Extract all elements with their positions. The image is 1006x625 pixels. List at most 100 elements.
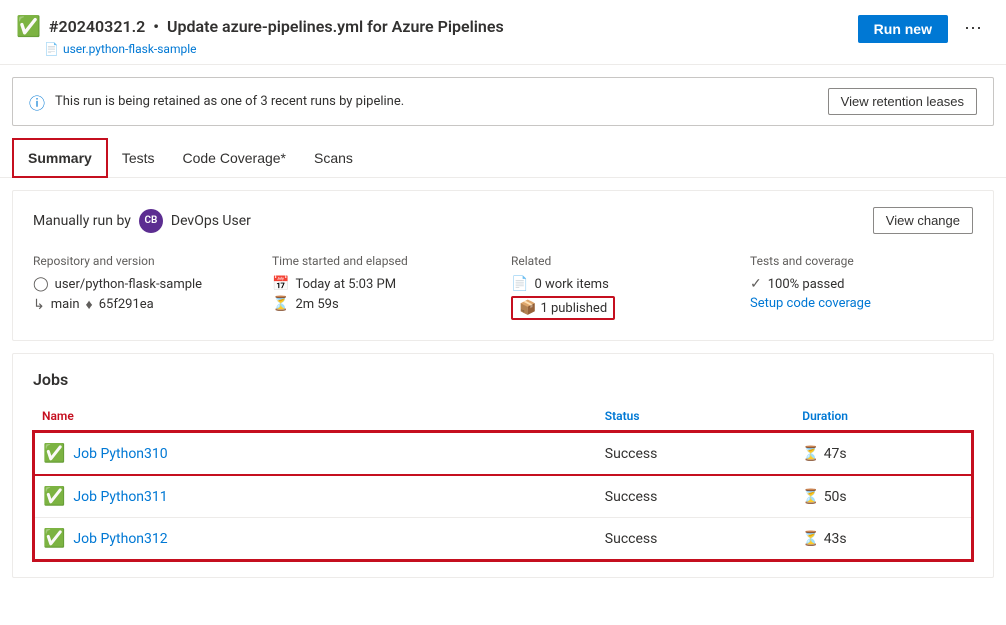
view-retention-leases-button[interactable]: View retention leases bbox=[828, 88, 977, 115]
started-value: 📅 Today at 5:03 PM bbox=[272, 276, 495, 292]
jobs-table: Name Status Duration ✅ Job Python310 bbox=[33, 405, 973, 561]
job-success-icon-2: ✅ bbox=[43, 486, 65, 507]
duration-value-2: 50s bbox=[824, 489, 847, 505]
title-separator: • bbox=[153, 17, 159, 36]
header-actions: Run new ⋯ bbox=[858, 14, 990, 43]
job-name-inner-2: ✅ Job Python311 bbox=[43, 486, 589, 507]
setup-coverage-link[interactable]: Setup code coverage bbox=[750, 296, 973, 311]
col-status-header: Status bbox=[597, 405, 794, 432]
duration-value-1: 47s bbox=[824, 446, 847, 462]
repo-name: user.python-flask-sample bbox=[63, 42, 197, 56]
banner-left: ⓘ This run is being retained as one of 3… bbox=[29, 90, 404, 114]
diamond-icon: ♦ bbox=[86, 296, 93, 313]
elapsed-value: ⏳ 2m 59s bbox=[272, 296, 495, 312]
related-section: Related 📄 0 work items 📦 1 published bbox=[511, 254, 734, 324]
more-options-button[interactable]: ⋯ bbox=[956, 14, 990, 43]
passed-value: ✓ 100% passed bbox=[750, 276, 973, 292]
job-status-3: Success bbox=[597, 518, 794, 561]
info-icon: ⓘ bbox=[29, 90, 45, 114]
jobs-title: Jobs bbox=[33, 370, 973, 389]
job-duration-3: ⏳ 43s bbox=[794, 518, 972, 561]
repo-section-label: Repository and version bbox=[33, 254, 256, 268]
work-items-count: 0 work items bbox=[534, 277, 608, 292]
job-duration-1: ⏳ 47s bbox=[794, 432, 972, 475]
duration-inner-1: ⏳ 47s bbox=[802, 446, 963, 462]
workitem-icon: 📄 bbox=[511, 276, 528, 292]
header: ✅ #20240321.2 • Update azure-pipelines.y… bbox=[0, 0, 1006, 65]
table-row: ✅ Job Python311 Success ⏳ 50s bbox=[34, 475, 972, 518]
table-header-row: Name Status Duration bbox=[34, 405, 972, 432]
pipeline-title: Update azure-pipelines.yml for Azure Pip… bbox=[167, 17, 504, 36]
calendar-icon: 📅 bbox=[272, 276, 289, 292]
repo-section: Repository and version ◯ user/python-fla… bbox=[33, 254, 256, 324]
job-name-cell-3: ✅ Job Python312 bbox=[34, 518, 597, 561]
branch-value: ↳ main ♦ 65f291ea bbox=[33, 296, 256, 313]
published-value[interactable]: 📦 1 published bbox=[511, 296, 734, 320]
github-icon: ◯ bbox=[33, 276, 49, 292]
related-section-label: Related bbox=[511, 254, 734, 268]
job-link-1[interactable]: Job Python310 bbox=[73, 446, 167, 462]
col-name-header: Name bbox=[34, 405, 597, 432]
manually-run-info: Manually run by CB DevOps User bbox=[33, 209, 251, 233]
repo-name-value: user/python-flask-sample bbox=[55, 277, 202, 292]
job-name-cell-1: ✅ Job Python310 bbox=[34, 432, 597, 475]
jobs-tbody: ✅ Job Python310 Success ⏳ 47s bbox=[34, 432, 972, 560]
job-status-2: Success bbox=[597, 475, 794, 518]
branch-icon: ↳ bbox=[33, 297, 45, 313]
passed-percent: 100% passed bbox=[768, 277, 845, 292]
published-count: 1 published bbox=[540, 301, 607, 316]
info-banner: ⓘ This run is being retained as one of 3… bbox=[12, 77, 994, 126]
main-content: Manually run by CB DevOps User View chan… bbox=[0, 178, 1006, 590]
run-id: #20240321.2 bbox=[49, 17, 145, 36]
banner-message: This run is being retained as one of 3 r… bbox=[55, 94, 404, 109]
user-avatar: CB bbox=[139, 209, 163, 233]
job-link-2[interactable]: Job Python311 bbox=[73, 489, 167, 505]
job-link-3[interactable]: Job Python312 bbox=[73, 531, 167, 547]
col-duration-header: Duration bbox=[794, 405, 972, 432]
job-name-inner-3: ✅ Job Python312 bbox=[43, 528, 589, 549]
page-container: ✅ #20240321.2 • Update azure-pipelines.y… bbox=[0, 0, 1006, 625]
header-left: ✅ #20240321.2 • Update azure-pipelines.y… bbox=[16, 14, 504, 56]
summary-card: Manually run by CB DevOps User View chan… bbox=[12, 190, 994, 341]
run-new-button[interactable]: Run new bbox=[858, 15, 948, 43]
clock-small-icon: ⏳ bbox=[272, 296, 289, 312]
clock-icon-2: ⏳ bbox=[802, 489, 819, 505]
page-title: ✅ #20240321.2 • Update azure-pipelines.y… bbox=[16, 14, 504, 38]
table-row: ✅ Job Python312 Success ⏳ 43s bbox=[34, 518, 972, 561]
tabs-bar: Summary Tests Code Coverage* Scans bbox=[0, 138, 1006, 178]
elapsed-time: 2m 59s bbox=[295, 297, 338, 312]
job-duration-2: ⏳ 50s bbox=[794, 475, 972, 518]
repo-value: ◯ user/python-flask-sample bbox=[33, 276, 256, 292]
time-section-label: Time started and elapsed bbox=[272, 254, 495, 268]
tab-scans[interactable]: Scans bbox=[300, 138, 367, 177]
duration-inner-3: ⏳ 43s bbox=[802, 531, 963, 547]
work-items-value: 📄 0 work items bbox=[511, 276, 734, 292]
time-section: Time started and elapsed 📅 Today at 5:03… bbox=[272, 254, 495, 324]
tab-tests[interactable]: Tests bbox=[108, 138, 169, 177]
user-name: DevOps User bbox=[171, 213, 251, 229]
job-status-1: Success bbox=[597, 432, 794, 475]
job-success-icon-3: ✅ bbox=[43, 528, 65, 549]
table-row: ✅ Job Python310 Success ⏳ 47s bbox=[34, 432, 972, 475]
duration-inner-2: ⏳ 50s bbox=[802, 489, 963, 505]
tests-section: Tests and coverage ✓ 100% passed Setup c… bbox=[750, 254, 973, 324]
success-icon: ✅ bbox=[16, 14, 41, 38]
clock-icon-1: ⏳ bbox=[802, 446, 819, 462]
duration-value-3: 43s bbox=[824, 531, 847, 547]
commit-hash: 65f291ea bbox=[99, 297, 154, 312]
check-icon: ✓ bbox=[750, 276, 762, 292]
tab-summary[interactable]: Summary bbox=[12, 138, 108, 178]
repo-icon: 📄 bbox=[44, 42, 59, 56]
job-success-icon-1: ✅ bbox=[43, 443, 65, 464]
tab-code-coverage[interactable]: Code Coverage* bbox=[169, 138, 301, 177]
summary-grid: Repository and version ◯ user/python-fla… bbox=[33, 254, 973, 324]
repo-link[interactable]: 📄 user.python-flask-sample bbox=[44, 42, 504, 56]
manually-run-label: Manually run by bbox=[33, 213, 131, 229]
published-box[interactable]: 📦 1 published bbox=[511, 296, 615, 320]
view-change-button[interactable]: View change bbox=[873, 207, 973, 234]
clock-icon-3: ⏳ bbox=[802, 531, 819, 547]
branch-name: main bbox=[51, 297, 80, 312]
tests-section-label: Tests and coverage bbox=[750, 254, 973, 268]
job-name-inner-1: ✅ Job Python310 bbox=[43, 443, 589, 464]
setup-coverage-label: Setup code coverage bbox=[750, 296, 871, 311]
